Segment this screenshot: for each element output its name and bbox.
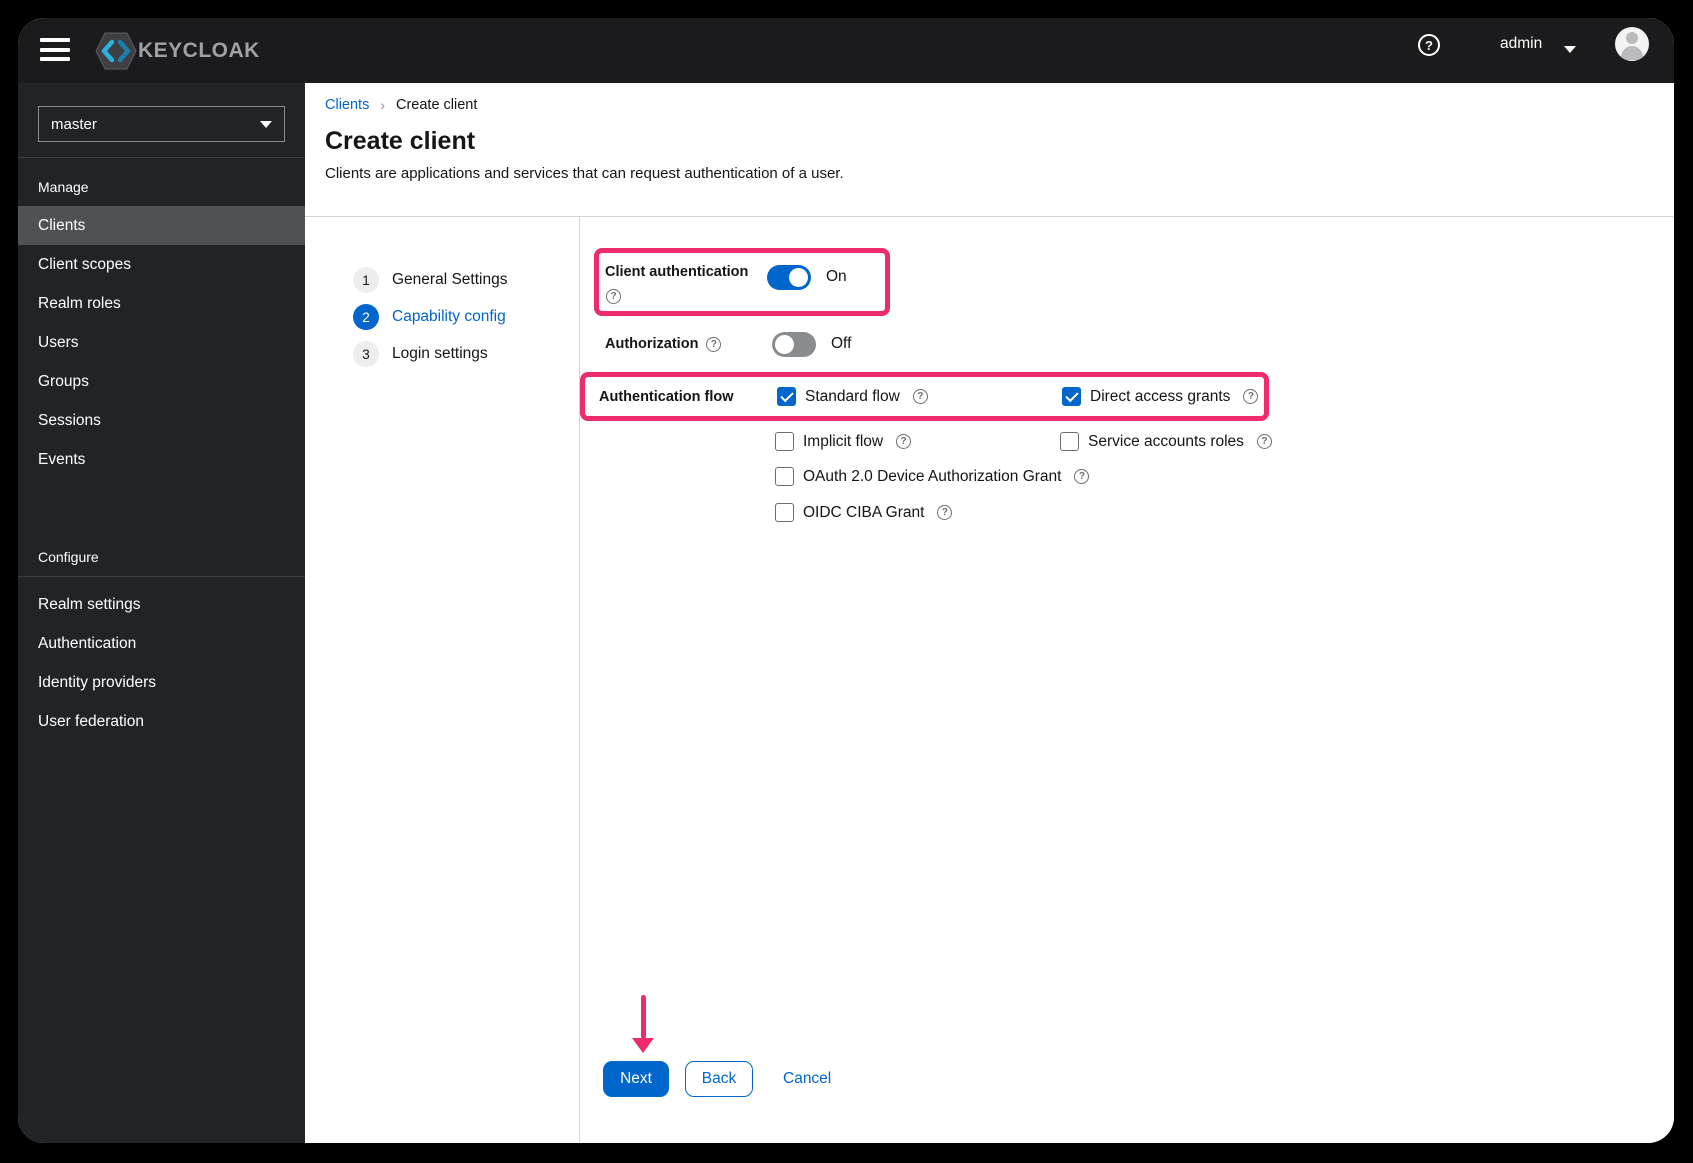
masthead: KEYCLOAK admin — [18, 18, 1674, 83]
section-title-manage: Manage — [38, 179, 89, 195]
option-direct-access-grants: Direct access grants — [1062, 387, 1259, 406]
help-icon[interactable] — [912, 389, 928, 404]
option-standard-flow: Standard flow — [777, 387, 1062, 406]
direct-access-grants-checkbox[interactable] — [1062, 387, 1081, 406]
breadcrumb: Clients › Create client — [325, 97, 1674, 113]
help-icon[interactable] — [706, 336, 722, 352]
page-subtitle: Clients are applications and services th… — [325, 165, 844, 182]
annotation-arrow-down — [632, 995, 654, 1053]
step-label: Login settings — [392, 345, 488, 362]
authorization-state: Off — [831, 335, 852, 352]
app-window: KEYCLOAK admin master Manage Clients Cli… — [18, 18, 1674, 1143]
sidebar-divider — [18, 576, 305, 577]
standard-flow-checkbox[interactable] — [777, 387, 796, 406]
hamburger-menu-icon[interactable] — [40, 38, 70, 63]
option-label: Standard flow — [805, 387, 900, 405]
wizard-nav: 1 General Settings 2 Capability config 3… — [305, 217, 580, 1143]
sidebar-item-realm-settings[interactable]: Realm settings — [18, 585, 305, 624]
help-icon[interactable] — [896, 434, 912, 449]
sidebar-item-events[interactable]: Events — [18, 440, 305, 479]
keycloak-logo: KEYCLOAK — [95, 18, 260, 83]
help-icon[interactable] — [606, 289, 621, 304]
step-number: 2 — [353, 304, 379, 330]
sidebar-item-sessions[interactable]: Sessions — [18, 401, 305, 440]
back-button[interactable]: Back — [685, 1061, 753, 1097]
keycloak-logo-icon — [95, 31, 137, 71]
breadcrumb-separator-icon: › — [380, 97, 385, 113]
oidc-ciba-grant-checkbox[interactable] — [775, 503, 794, 522]
annotation-highlight-authentication-flow: Authentication flow Standard flow Direct… — [580, 372, 1269, 421]
option-oidc-ciba-grant: OIDC CIBA Grant — [775, 503, 953, 522]
authorization-label: Authorization — [605, 336, 699, 352]
step-label: General Settings — [392, 271, 508, 288]
authentication-flow-label: Authentication flow — [599, 388, 734, 405]
flow-options-row: OAuth 2.0 Device Authorization Grant — [775, 467, 1090, 486]
breadcrumb-link-clients[interactable]: Clients — [325, 97, 369, 113]
help-icon[interactable] — [1074, 469, 1090, 484]
user-menu-label[interactable]: admin — [1500, 35, 1542, 53]
section-title-configure: Configure — [38, 549, 99, 565]
option-oauth-device-grant: OAuth 2.0 Device Authorization Grant — [775, 467, 1090, 486]
user-menu-caret-icon[interactable] — [1564, 46, 1576, 53]
page-header: Clients › Create client Create client Cl… — [305, 83, 1674, 217]
wizard-step-capability-config[interactable]: 2 Capability config — [353, 304, 579, 330]
step-number: 3 — [353, 341, 379, 367]
step-number: 1 — [353, 267, 379, 293]
brand-title: KEYCLOAK — [138, 38, 260, 62]
annotation-highlight-client-authentication: Client authentication On — [594, 248, 890, 316]
wizard-footer: Next Back Cancel — [603, 1061, 831, 1097]
sidebar-item-authentication[interactable]: Authentication — [18, 624, 305, 663]
wizard-step-login-settings[interactable]: 3 Login settings — [353, 341, 579, 367]
authorization-row: Authorization Off — [605, 329, 851, 359]
client-authentication-state: On — [826, 268, 847, 285]
flow-options-row: Implicit flow Service accounts roles — [775, 432, 1272, 451]
help-icon[interactable] — [937, 505, 953, 520]
service-accounts-roles-checkbox[interactable] — [1060, 432, 1079, 451]
step-label: Capability config — [392, 308, 506, 325]
oauth-device-grant-checkbox[interactable] — [775, 467, 794, 486]
client-authentication-toggle[interactable] — [767, 265, 811, 290]
realm-selector[interactable]: master — [38, 106, 285, 142]
sidebar-item-users[interactable]: Users — [18, 323, 305, 362]
main-content: Clients › Create client Create client Cl… — [305, 83, 1674, 1143]
sidebar-item-groups[interactable]: Groups — [18, 362, 305, 401]
sidebar-item-realm-roles[interactable]: Realm roles — [18, 284, 305, 323]
cancel-button[interactable]: Cancel — [783, 1070, 831, 1088]
help-icon[interactable] — [1243, 389, 1259, 404]
breadcrumb-current: Create client — [396, 97, 478, 113]
sidebar: master Manage Clients Client scopes Real… — [18, 83, 305, 1143]
client-authentication-label: Client authentication — [605, 264, 749, 280]
implicit-flow-checkbox[interactable] — [775, 432, 794, 451]
option-label: Direct access grants — [1090, 387, 1231, 405]
option-label: OAuth 2.0 Device Authorization Grant — [803, 467, 1062, 485]
help-icon[interactable] — [1256, 434, 1272, 449]
sidebar-item-clients[interactable]: Clients — [18, 206, 305, 245]
sidebar-section-manage: Manage Clients Client scopes Realm roles… — [18, 158, 305, 479]
realm-selector-value: master — [51, 115, 97, 133]
sidebar-section-configure: Configure Realm settings Authentication … — [18, 528, 305, 741]
option-label: Service accounts roles — [1088, 432, 1244, 450]
option-implicit-flow: Implicit flow — [775, 432, 1060, 451]
sidebar-item-identity-providers[interactable]: Identity providers — [18, 663, 305, 702]
next-button[interactable]: Next — [603, 1061, 669, 1097]
option-label: Implicit flow — [803, 432, 884, 450]
authorization-toggle[interactable] — [772, 331, 816, 357]
sidebar-item-client-scopes[interactable]: Client scopes — [18, 245, 305, 284]
avatar[interactable] — [1615, 27, 1649, 61]
help-icon[interactable] — [1418, 34, 1440, 56]
sidebar-item-user-federation[interactable]: User federation — [18, 702, 305, 741]
capability-config-form: Client authentication On Authorization O… — [580, 217, 1674, 1143]
page-title: Create client — [325, 127, 476, 155]
flow-options-row: OIDC CIBA Grant — [775, 503, 953, 522]
wizard-step-general-settings[interactable]: 1 General Settings — [353, 267, 579, 293]
option-service-accounts-roles: Service accounts roles — [1060, 432, 1272, 451]
option-label: OIDC CIBA Grant — [803, 503, 925, 521]
chevron-down-icon — [260, 120, 272, 128]
